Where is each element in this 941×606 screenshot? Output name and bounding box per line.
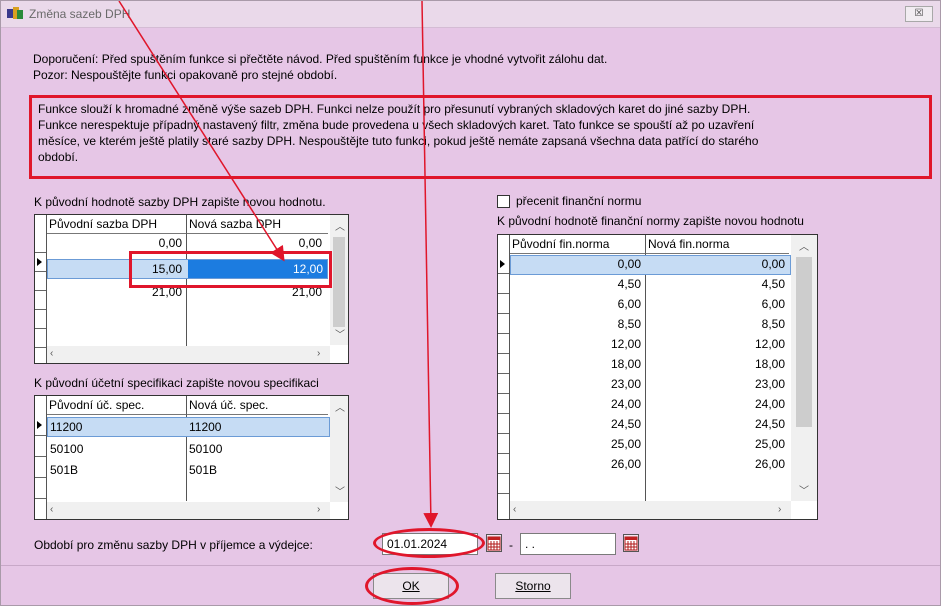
annotation-arrows <box>118 1 439 528</box>
annotation-arrow-to-vat <box>118 1 285 262</box>
annotation-arrow-to-date <box>421 1 439 528</box>
vat-change-dialog: Změna sazeb DPH ☒ Doporučení: Před spušt… <box>0 0 941 606</box>
